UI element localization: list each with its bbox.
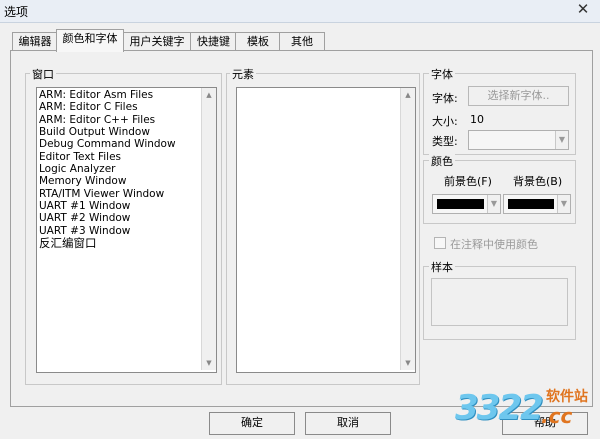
list-item[interactable]: Memory Window (37, 175, 201, 187)
list-item[interactable]: RTA/ITM Viewer Window (37, 188, 201, 200)
window-list-scrollbar[interactable]: ▲ ▼ (201, 88, 216, 370)
chevron-down-icon[interactable]: ▼ (557, 195, 570, 213)
chevron-down-icon[interactable]: ▼ (555, 131, 568, 149)
watermark-domain: .cc (541, 404, 573, 428)
scroll-down-icon[interactable]: ▼ (401, 359, 415, 367)
list-item[interactable]: UART #2 Window (37, 212, 201, 224)
font-label: 字体: (432, 92, 458, 105)
type-select[interactable]: ▼ (468, 130, 569, 150)
color-group-label: 颜色 (429, 153, 455, 169)
close-icon[interactable]: ✕ (573, 0, 593, 18)
font-group-label: 字体 (429, 66, 455, 82)
scroll-down-icon[interactable]: ▼ (202, 359, 216, 367)
scroll-up-icon[interactable]: ▲ (401, 91, 415, 99)
elements-group-label: 元素 (230, 66, 256, 82)
tab-other[interactable]: 其他 (279, 32, 325, 51)
list-item[interactable]: UART #1 Window (37, 200, 201, 212)
size-value: 10 (470, 113, 484, 126)
foreground-color-label: 前景色(F) (444, 175, 492, 188)
cancel-button[interactable]: 取消 (305, 412, 391, 435)
list-item[interactable]: ARM: Editor C Files (37, 101, 201, 113)
foreground-color-swatch (437, 199, 484, 209)
tab-shortcuts[interactable]: 快捷键 (190, 32, 237, 51)
size-label: 大小: (432, 115, 458, 128)
background-color-swatch (508, 199, 554, 209)
list-item[interactable]: 反汇编窗口 (37, 237, 201, 249)
list-item[interactable]: Debug Command Window (37, 138, 201, 150)
list-item[interactable]: Logic Analyzer (37, 163, 201, 175)
list-item[interactable]: Editor Text Files (37, 151, 201, 163)
elements-list-scrollbar[interactable]: ▲ ▼ (400, 88, 415, 370)
watermark-digits: 3322 (455, 388, 544, 428)
ok-button[interactable]: 确定 (209, 412, 295, 435)
sample-group-label: 样本 (429, 259, 455, 275)
tab-colors-fonts[interactable]: 颜色和字体 (56, 29, 124, 52)
list-item[interactable]: ARM: Editor C++ Files (37, 114, 201, 126)
tab-templates[interactable]: 模板 (235, 32, 281, 51)
chevron-down-icon[interactable]: ▼ (487, 195, 500, 213)
elements-listbox[interactable]: ▲ ▼ (236, 87, 416, 373)
title-bar (0, 0, 600, 23)
background-color-label: 背景色(B) (513, 175, 563, 188)
foreground-color-picker[interactable]: ▼ (432, 194, 501, 214)
sample-preview (431, 278, 568, 326)
scroll-up-icon[interactable]: ▲ (202, 91, 216, 99)
window-title: 选项 (4, 5, 29, 19)
type-label: 类型: (432, 135, 458, 148)
use-color-in-comments-label: 在注释中使用颜色 (450, 238, 538, 251)
list-item[interactable]: Build Output Window (37, 126, 201, 138)
window-listbox[interactable]: ARM: Editor Asm Files ARM: Editor C File… (36, 87, 217, 373)
tab-editor[interactable]: 编辑器 (12, 32, 58, 51)
background-color-picker[interactable]: ▼ (503, 194, 571, 214)
watermark-text: 软件站 (546, 389, 588, 405)
color-group (423, 160, 576, 224)
window-list: ARM: Editor Asm Files ARM: Editor C File… (37, 89, 201, 249)
use-color-in-comments-checkbox[interactable] (434, 237, 446, 249)
choose-font-button[interactable]: 选择新字体.. (468, 86, 569, 106)
window-group-label: 窗口 (30, 66, 56, 82)
list-item[interactable]: ARM: Editor Asm Files (37, 89, 201, 101)
tab-user-keywords[interactable]: 用户关键字 (122, 32, 192, 51)
